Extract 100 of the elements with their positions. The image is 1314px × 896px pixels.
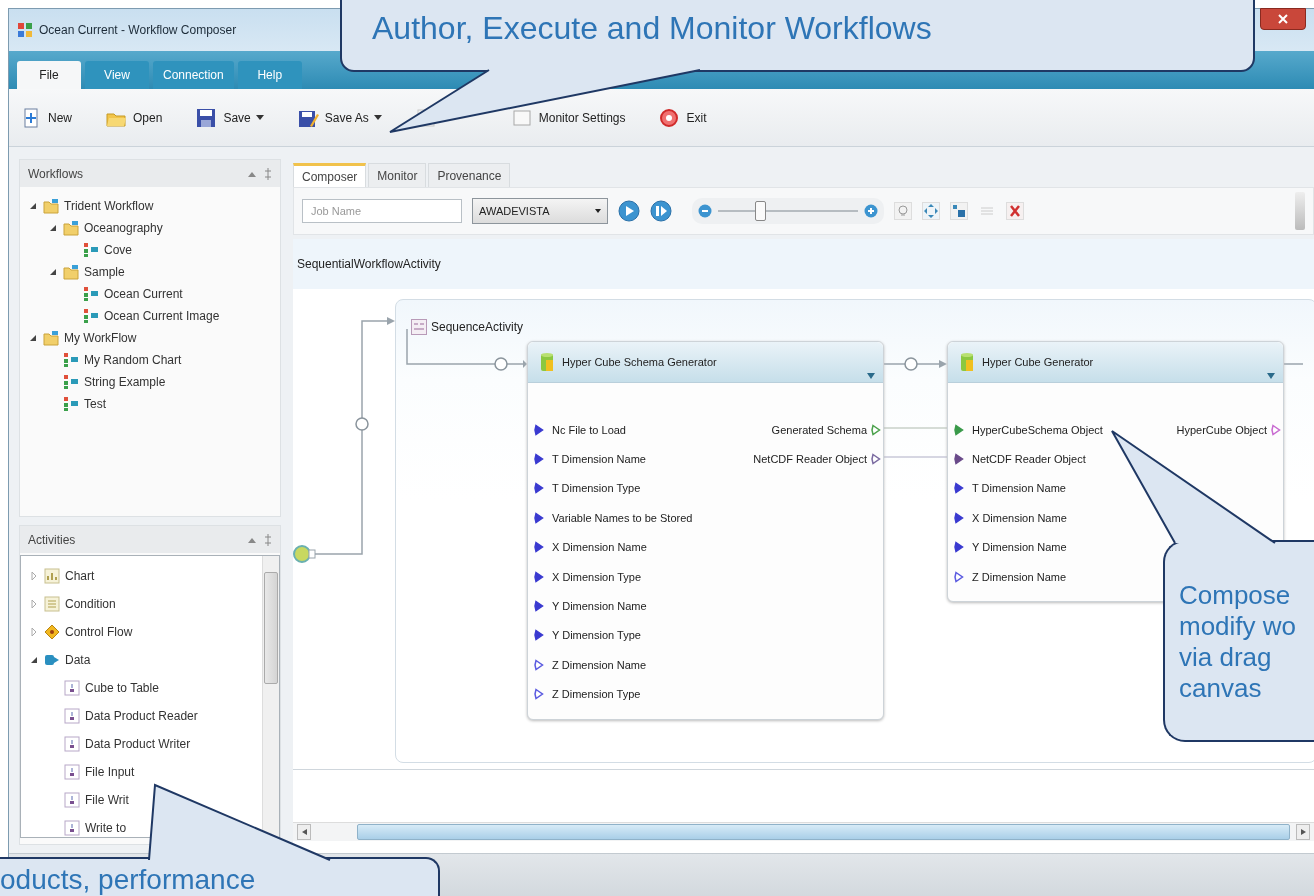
editor-tab[interactable]: Provenance	[428, 163, 511, 187]
tree-item[interactable]: Cube to Table	[85, 681, 159, 695]
toolbar-button[interactable]	[894, 202, 912, 220]
pin-icon[interactable]	[264, 533, 272, 546]
slider-thumb[interactable]	[755, 201, 766, 221]
pin-icon	[871, 453, 881, 466]
chevron-icon[interactable]	[867, 373, 875, 379]
minus-icon	[698, 204, 712, 218]
toolbar-button[interactable]	[950, 202, 968, 220]
scrollbar-thumb[interactable]	[357, 824, 1290, 840]
toolbar-button[interactable]: Save	[194, 105, 266, 130]
tree-item[interactable]: Data Product Reader	[85, 709, 198, 723]
tree-item[interactable]: Chart	[65, 569, 95, 583]
activity-icon	[64, 764, 80, 780]
start-node-icon[interactable]	[293, 545, 316, 563]
tree-item[interactable]: Data Product Writer	[85, 737, 191, 751]
data-icon	[44, 652, 60, 668]
tree-item[interactable]: Ocean Current	[104, 287, 183, 301]
toolbar-button[interactable]: Open	[104, 105, 165, 130]
output-label: NetCDF Reader Object	[753, 453, 867, 466]
chevron-icon[interactable]	[1267, 373, 1275, 379]
expanded-triangle-icon[interactable]	[28, 333, 38, 343]
scroll-right-button[interactable]	[1296, 824, 1310, 840]
pin-icon	[534, 423, 544, 436]
pin-icon	[954, 482, 964, 495]
toolbar-button[interactable]: Monitor Settings	[509, 105, 628, 130]
collapsed-triangle-icon[interactable]	[29, 571, 39, 581]
tree-item[interactable]: Write to	[85, 821, 127, 835]
scrollbar[interactable]	[262, 556, 279, 837]
pin-icon	[534, 511, 544, 524]
expanded-triangle-icon[interactable]	[28, 201, 38, 211]
machine-dropdown[interactable]: AWADEVISTA	[472, 198, 608, 224]
tree-item[interactable]: Oceanography	[84, 221, 163, 235]
close-button[interactable]	[1260, 8, 1306, 30]
tree-item[interactable]: Data	[65, 653, 91, 667]
pin-icon	[534, 482, 544, 495]
pin-icon	[534, 453, 544, 466]
panel-title: Workflows	[28, 166, 85, 181]
tree-item[interactable]: Sample	[84, 265, 125, 279]
zoom-in-button[interactable]	[864, 204, 878, 218]
tree-item[interactable]: String Example	[84, 375, 166, 389]
toolbar-button[interactable]: New	[19, 105, 74, 130]
pin-icon	[954, 423, 964, 436]
expanded-triangle-icon[interactable]	[29, 655, 39, 665]
expanded-triangle-icon[interactable]	[48, 267, 58, 277]
step-icon	[650, 200, 672, 222]
diamond-icon	[44, 624, 60, 640]
step-button[interactable]	[650, 200, 672, 222]
collapse-caret-icon[interactable]	[248, 170, 256, 177]
input-label: NetCDF Reader Object	[972, 453, 1086, 466]
pin-icon	[534, 658, 544, 671]
run-button[interactable]	[618, 200, 640, 222]
tree-item[interactable]: Condition	[65, 597, 116, 611]
folder-icon	[63, 220, 79, 236]
expanded-triangle-icon[interactable]	[48, 223, 58, 233]
scroll-left-button[interactable]	[297, 824, 311, 840]
activity-icon	[64, 680, 80, 696]
editor-tab[interactable]: Monitor	[368, 163, 427, 187]
toolbar-button[interactable]: Exit	[657, 105, 709, 130]
editor-tab[interactable]: Composer	[293, 163, 367, 187]
panel-title: Activities	[28, 532, 77, 547]
toolbar-button[interactable]	[1006, 202, 1024, 220]
tree-item[interactable]: Ocean Current Image	[104, 309, 220, 323]
app-logo-icon	[17, 22, 33, 38]
workflow-icon	[63, 374, 79, 390]
scrollbar[interactable]	[1295, 192, 1305, 230]
tree-item[interactable]: Cove	[104, 243, 132, 257]
collapse-caret-icon[interactable]	[248, 536, 256, 543]
tree-item[interactable]: Control Flow	[65, 625, 133, 639]
ribbon-tab[interactable]: File	[17, 61, 81, 89]
folder-icon	[63, 264, 79, 280]
tree-item[interactable]: Test	[84, 397, 106, 411]
pin-icon	[534, 629, 544, 642]
toolbar-button[interactable]	[922, 202, 940, 220]
zoom-out-button[interactable]	[698, 204, 712, 218]
pin-icon	[871, 423, 881, 436]
collapsed-triangle-icon[interactable]	[29, 627, 39, 637]
workflow-icon	[63, 396, 79, 412]
toolbar-button[interactable]: Save As	[295, 105, 384, 130]
input-label: T Dimension Type	[552, 482, 641, 495]
job-name-field[interactable]: Job Name	[302, 199, 462, 223]
plus-icon	[864, 204, 878, 218]
callout-text: Compose	[1179, 580, 1292, 611]
activity-icon	[64, 792, 80, 808]
sequence-icon	[411, 319, 427, 335]
tree-item[interactable]: File Input	[85, 765, 135, 779]
collapsed-triangle-icon[interactable]	[29, 599, 39, 609]
pin-icon	[954, 453, 964, 466]
input-label: X Dimension Name	[972, 511, 1067, 524]
left-arrow-icon	[301, 829, 307, 835]
tree-item[interactable]: My Random Chart	[84, 353, 182, 367]
tree-item[interactable]: My WorkFlow	[64, 331, 137, 345]
input-label: Y Dimension Name	[552, 600, 647, 613]
pin-icon[interactable]	[264, 167, 272, 180]
callout-text: oducts, performance	[0, 865, 257, 895]
tree-item[interactable]: Trident Workflow	[64, 199, 154, 213]
tree-item[interactable]: File Writ	[85, 793, 129, 807]
lightbulb-icon	[894, 202, 912, 220]
input-label: T Dimension Name	[972, 482, 1066, 495]
pin-icon	[534, 688, 544, 701]
